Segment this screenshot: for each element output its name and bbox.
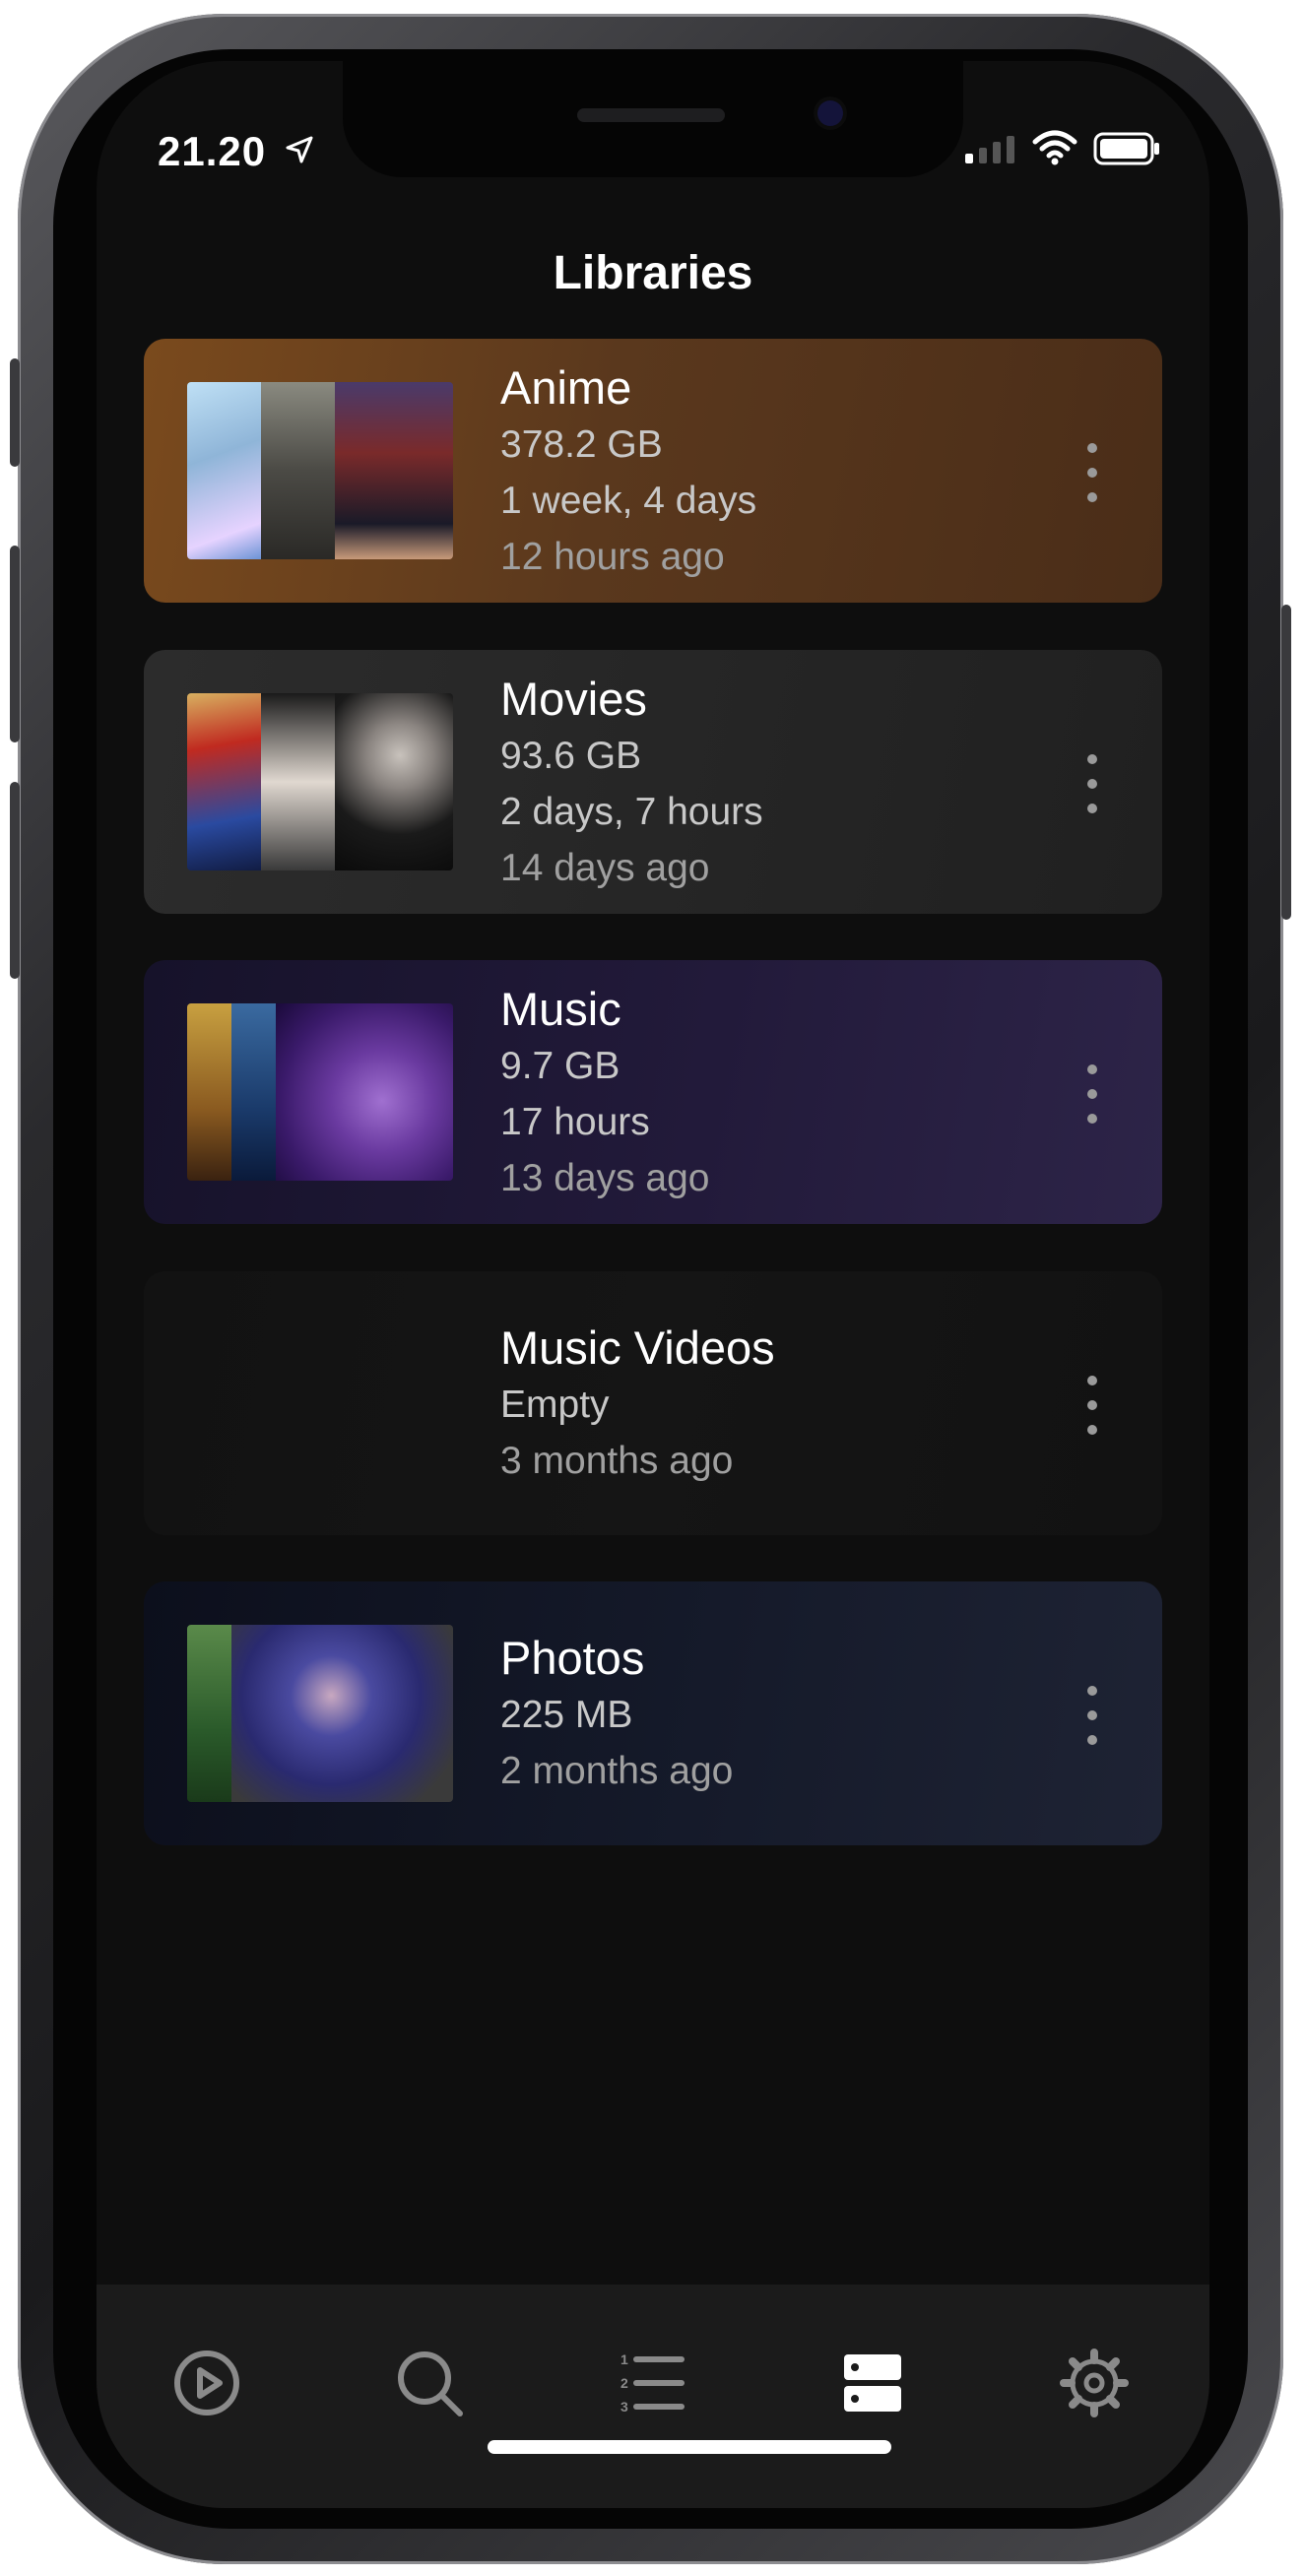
library-duration: 2 days, 7 hours (500, 791, 763, 833)
more-options-icon[interactable] (1087, 1376, 1097, 1435)
more-options-icon[interactable] (1087, 1686, 1097, 1745)
library-updated: 2 months ago (500, 1750, 734, 1792)
library-size: Empty (500, 1384, 610, 1426)
library-name: Music (500, 983, 621, 1035)
library-name: Movies (500, 673, 647, 725)
library-card-music-videos[interactable]: Music Videos Empty 3 months ago (144, 1271, 1162, 1535)
search-icon (398, 2351, 463, 2416)
svg-text:3: 3 (620, 2399, 628, 2415)
location-arrow-icon (286, 136, 313, 163)
volume-up-button (10, 546, 20, 742)
battery-icon (1093, 132, 1159, 165)
play-circle-icon (174, 2351, 239, 2415)
library-card-anime[interactable]: Anime 378.2 GB 1 week, 4 days 12 hours a… (144, 339, 1162, 603)
cover-thumbnail (276, 1003, 453, 1181)
library-updated: 3 months ago (500, 1440, 734, 1482)
front-camera (817, 100, 843, 126)
library-updated: 13 days ago (500, 1157, 710, 1199)
library-card-music[interactable]: Music 9.7 GB 17 hours 13 days ago (144, 960, 1162, 1224)
gear-icon (1060, 2349, 1129, 2417)
screen: 21.20 Libraries Anime 378.2 GB 1 week, 4… (97, 61, 1209, 2508)
volume-down-button (10, 782, 20, 979)
more-options-icon[interactable] (1087, 1064, 1097, 1124)
library-size: 378.2 GB (500, 423, 663, 466)
library-card-movies[interactable]: Movies 93.6 GB 2 days, 7 hours 14 days a… (144, 650, 1162, 914)
library-size: 225 MB (500, 1694, 633, 1736)
wifi-icon (1032, 130, 1077, 165)
library-name: Anime (500, 361, 632, 414)
svg-text:2: 2 (620, 2375, 628, 2391)
tab-settings[interactable] (1050, 2339, 1139, 2427)
library-size: 93.6 GB (500, 735, 642, 777)
notch (343, 61, 963, 177)
cover-thumbnail (335, 693, 453, 870)
library-name: Photos (500, 1632, 645, 1684)
tab-libraries[interactable] (828, 2339, 917, 2427)
tab-bar: 1 2 3 (97, 2285, 1209, 2508)
library-updated: 14 days ago (500, 847, 710, 889)
cellular-signal-icon (965, 136, 1014, 163)
power-button (1281, 605, 1291, 920)
library-name: Music Videos (500, 1321, 775, 1374)
tab-queue[interactable]: 1 2 3 (607, 2339, 695, 2427)
libraries-icon (844, 2354, 901, 2412)
library-updated: 12 hours ago (500, 536, 725, 578)
page-title: Libraries (553, 247, 753, 299)
cover-thumbnail (335, 382, 453, 559)
tab-search[interactable] (385, 2339, 474, 2427)
speaker (577, 108, 725, 122)
library-duration: 17 hours (500, 1101, 650, 1143)
tab-now-playing[interactable] (163, 2339, 251, 2427)
silent-switch (10, 358, 20, 467)
library-thumbnails (187, 693, 453, 870)
library-duration: 1 week, 4 days (500, 480, 757, 522)
more-options-icon[interactable] (1087, 443, 1097, 502)
library-thumbnails (187, 1003, 453, 1181)
svg-text:1: 1 (620, 2351, 628, 2367)
status-time: 21.20 (158, 128, 267, 174)
library-thumbnails (187, 382, 453, 559)
more-options-icon[interactable] (1087, 754, 1097, 813)
library-card-photos[interactable]: Photos 225 MB 2 months ago (144, 1581, 1162, 1845)
library-size: 9.7 GB (500, 1045, 620, 1087)
numbered-list-icon: 1 2 3 (620, 2351, 685, 2415)
home-indicator[interactable] (488, 2440, 891, 2454)
cover-thumbnail (231, 1625, 453, 1802)
library-thumbnails (187, 1625, 453, 1802)
